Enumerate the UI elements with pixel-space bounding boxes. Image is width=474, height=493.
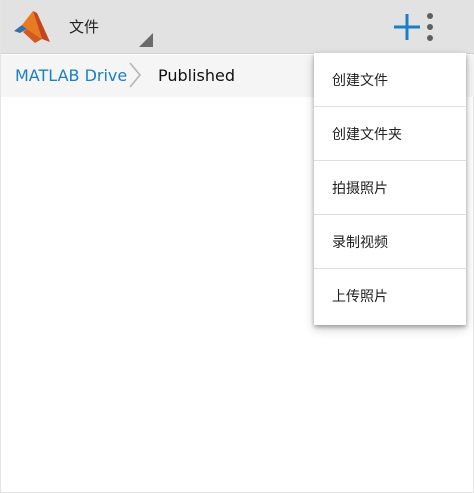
menu-item-upload-photo[interactable]: 上传照片 [314, 269, 466, 323]
page-title: 文件 [69, 18, 100, 36]
add-button[interactable] [392, 12, 422, 42]
breadcrumb-root-link[interactable]: MATLAB Drive [15, 66, 127, 86]
menu-item-record-video[interactable]: 录制视频 [314, 215, 466, 269]
app-toolbar: 文件 [1, 0, 474, 54]
add-menu: 创建文件 创建文件夹 拍摄照片 录制视频 上传照片 [314, 53, 466, 325]
app-window: 文件 MATLAB Drive Published 创建文件 创建文件夹 拍摄照… [0, 0, 474, 493]
breadcrumb-current: Published [158, 66, 236, 85]
chevron-right-icon [129, 62, 142, 88]
dropdown-corner-icon[interactable] [139, 33, 153, 47]
menu-item-take-photo[interactable]: 拍摄照片 [314, 161, 466, 215]
menu-item-create-file[interactable]: 创建文件 [314, 53, 466, 107]
menu-item-create-folder[interactable]: 创建文件夹 [314, 107, 466, 161]
more-vertical-icon[interactable] [421, 8, 439, 46]
matlab-logo-icon [14, 11, 50, 43]
